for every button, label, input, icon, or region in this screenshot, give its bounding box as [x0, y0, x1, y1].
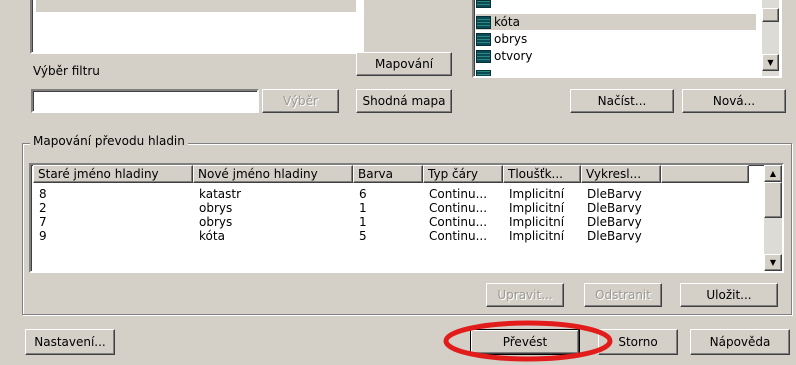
cell-linetype: Continu... [429, 187, 488, 201]
layer-list-item-label: otvory [494, 49, 533, 63]
table-row[interactable]: 2 obrys 1 Continu... Implicitní DleBarvy [31, 201, 749, 215]
layer-list-item[interactable]: obrys [476, 31, 756, 47]
cell-plotstyle: DleBarvy [587, 201, 642, 215]
cell-plotstyle: DleBarvy [587, 229, 642, 243]
layer-icon [476, 69, 491, 76]
scroll-thumb[interactable] [762, 8, 779, 22]
layer-list-item-partial [476, 0, 746, 12]
cell-new-name: kóta [199, 229, 225, 243]
table-row[interactable]: 9 kóta 5 Continu... Implicitní DleBarvy [31, 229, 749, 243]
cell-color: 5 [359, 229, 367, 243]
filter-input[interactable] [31, 89, 259, 113]
layer-list-item-label: obrys [494, 32, 528, 46]
column-header-lineweight[interactable]: Tloušťk... [503, 165, 581, 183]
layer-list-item-partial-bottom [476, 66, 576, 76]
column-header-plotstyle[interactable]: Vykresl... [581, 165, 661, 183]
table-row[interactable]: 8 katastr 6 Continu... Implicitní DleBar… [31, 187, 749, 201]
mapping-button[interactable]: Mapování [356, 52, 452, 76]
mapping-table-scrollbar[interactable]: ▲ ▼ [764, 165, 782, 271]
filter-label: Výběr filtru [33, 64, 100, 78]
settings-button[interactable]: Nastavení... [25, 329, 115, 355]
cell-linetype: Continu... [429, 201, 488, 215]
scroll-up-arrow-icon[interactable]: ▲ [764, 165, 782, 182]
layer-icon [476, 33, 491, 46]
same-map-button[interactable]: Shodná mapa [356, 89, 452, 113]
table-row[interactable]: 7 obrys 1 Continu... Implicitní DleBarvy [31, 215, 749, 229]
column-header-color[interactable]: Barva [353, 165, 423, 183]
filter-list-box[interactable] [30, 0, 364, 54]
cell-lineweight: Implicitní [509, 229, 565, 243]
new-button[interactable]: Nová... [682, 89, 786, 113]
column-header-linetype[interactable]: Typ čáry [423, 165, 503, 183]
help-button[interactable]: Nápověda [690, 329, 790, 355]
layer-list-box[interactable]: kóta obrys otvory ▼ [472, 0, 782, 78]
cell-lineweight: Implicitní [509, 187, 565, 201]
remove-mapping-button[interactable]: Odstranit [584, 283, 662, 307]
cell-new-name: katastr [199, 187, 242, 201]
cancel-button[interactable]: Storno [598, 329, 678, 355]
mapping-table[interactable]: Staré jméno hladiny Nové jméno hladiny B… [29, 163, 784, 273]
layer-list-item[interactable]: kóta [476, 14, 756, 30]
cell-linetype: Continu... [429, 229, 488, 243]
scroll-thumb[interactable] [764, 182, 782, 218]
cell-old-name: 8 [39, 187, 47, 201]
edit-mapping-button[interactable]: Upravit... [486, 283, 564, 307]
cell-lineweight: Implicitní [509, 215, 565, 229]
cell-new-name: obrys [199, 201, 233, 215]
scroll-down-arrow-icon[interactable]: ▼ [762, 54, 779, 71]
cell-color: 6 [359, 187, 367, 201]
layer-icon [476, 16, 491, 29]
cell-linetype: Continu... [429, 215, 488, 229]
cell-plotstyle: DleBarvy [587, 187, 642, 201]
layer-list-item[interactable]: otvory [476, 48, 756, 64]
load-button[interactable]: Načíst... [570, 89, 674, 113]
cell-old-name: 9 [39, 229, 47, 243]
scroll-down-arrow-icon[interactable]: ▼ [764, 254, 782, 271]
mapping-group-title: Mapování převodu hladin [30, 134, 188, 148]
column-header-old-name[interactable]: Staré jméno hladiny [33, 165, 193, 183]
layer-list-scrollbar[interactable]: ▼ [762, 0, 779, 76]
cell-old-name: 7 [39, 215, 47, 229]
cell-lineweight: Implicitní [509, 201, 565, 215]
filter-list-partial-item [36, 0, 356, 12]
column-header-new-name[interactable]: Nové jméno hladiny [193, 165, 353, 183]
cell-color: 1 [359, 215, 367, 229]
layer-icon [476, 0, 491, 8]
cell-old-name: 2 [39, 201, 47, 215]
column-header-empty [661, 165, 749, 183]
layer-icon [476, 50, 491, 63]
cell-plotstyle: DleBarvy [587, 215, 642, 229]
cell-color: 1 [359, 201, 367, 215]
cell-new-name: obrys [199, 215, 233, 229]
filter-select-button[interactable]: Výběr [262, 89, 339, 113]
convert-button[interactable]: Převést [470, 329, 580, 355]
layer-list-item-label: kóta [494, 15, 520, 29]
save-mapping-button[interactable]: Uložit... [680, 283, 778, 307]
